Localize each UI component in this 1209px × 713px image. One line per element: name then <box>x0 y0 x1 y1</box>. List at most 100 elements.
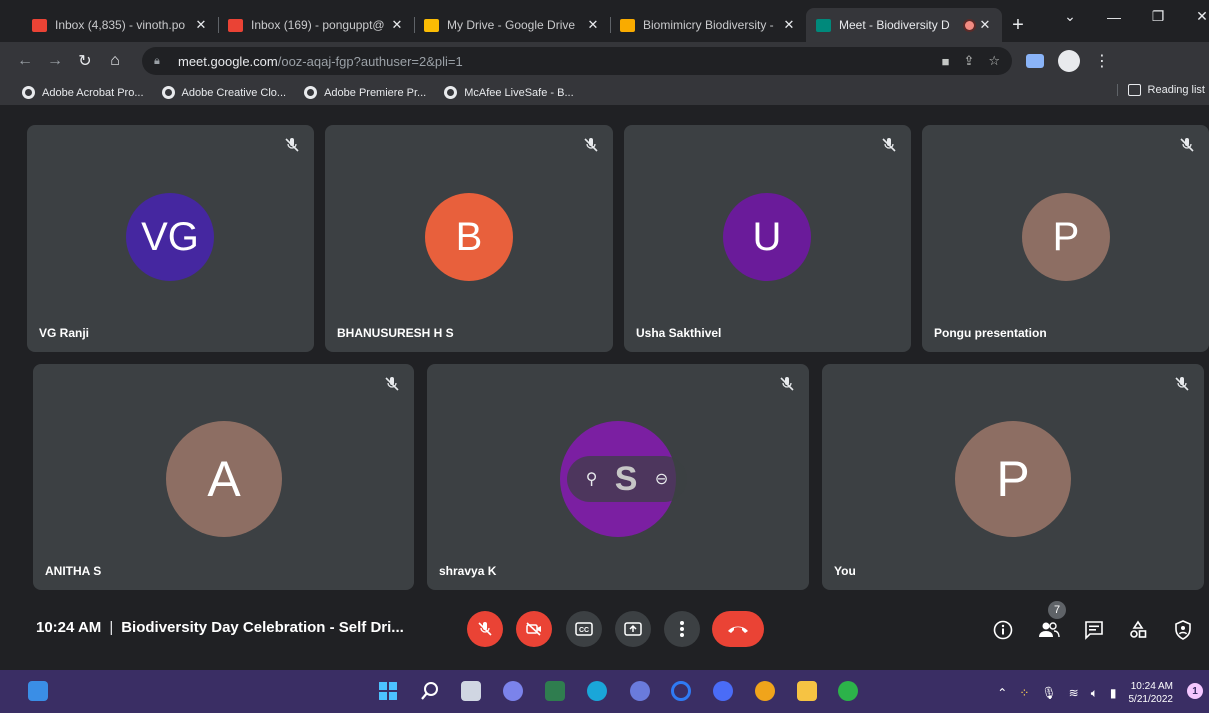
forward-icon[interactable]: → <box>40 52 70 70</box>
browser-tab[interactable]: My Drive - Google Drive ✕ <box>414 8 610 42</box>
tab-search-icon[interactable]: ⌄ <box>1048 8 1092 25</box>
back-icon[interactable]: ← <box>10 52 40 70</box>
cortana-icon[interactable] <box>671 681 691 701</box>
people-button[interactable] <box>1036 617 1062 643</box>
chrome-icon[interactable] <box>755 681 775 701</box>
avatar: U <box>723 193 811 281</box>
bookmark-label: McAfee LiveSafe - B... <box>464 86 574 99</box>
task-view-icon[interactable] <box>461 681 481 701</box>
extension-icon[interactable] <box>1026 54 1044 68</box>
edge-icon[interactable] <box>587 681 607 701</box>
file-explorer-icon[interactable] <box>797 681 817 701</box>
close-window-icon[interactable]: ✕ <box>1180 8 1209 25</box>
browser-tab[interactable]: Inbox (4,835) - vinoth.po ✕ <box>22 8 218 42</box>
tile-hover-actions: ⚲ S ⊖ <box>567 456 687 502</box>
participant-tile-self[interactable]: P You <box>822 364 1204 590</box>
app-icon[interactable] <box>630 681 650 701</box>
chevron-up-icon[interactable]: ⌃ <box>997 686 1007 700</box>
avatar: P <box>955 421 1071 537</box>
browser-tab[interactable]: Biomimicry Biodiversity - ✕ <box>610 8 806 42</box>
meet-icon <box>816 18 831 32</box>
minimize-icon[interactable]: — <box>1092 9 1136 25</box>
svg-text:CC: CC <box>579 627 589 634</box>
bookmark[interactable]: Adobe Acrobat Pro... <box>22 86 144 99</box>
tab-title: Biomimicry Biodiversity - <box>643 18 774 32</box>
close-tab-icon[interactable]: ✕ <box>194 17 208 33</box>
notification-badge[interactable]: 1 <box>1187 683 1203 699</box>
leave-call-button[interactable] <box>712 611 764 647</box>
url-path: /ooz-aqaj-fgp?authuser=2&pli=1 <box>277 53 463 69</box>
start-windows-icon[interactable] <box>378 681 398 701</box>
camera-icon[interactable]: ■ <box>942 54 950 69</box>
chat-button[interactable] <box>1081 617 1107 643</box>
participant-tile[interactable]: B BHANUSURESH H S <box>325 125 613 352</box>
tab-title: My Drive - Google Drive <box>447 18 576 32</box>
profile-avatar[interactable] <box>1058 50 1080 72</box>
microphone-icon[interactable]: 🎙︎ <box>1041 686 1056 700</box>
participant-tile-hovered[interactable]: ⚲ S ⊖ shravya K <box>427 364 809 590</box>
mic-off-icon <box>285 138 299 152</box>
address-bar: ← → ↻ ⌂ 🔒︎ meet.google.com /ooz-aqaj-fgp… <box>0 42 1209 80</box>
mic-off-icon <box>882 138 896 152</box>
restore-icon[interactable]: ❐ <box>1136 8 1180 25</box>
meeting-details-button[interactable] <box>990 617 1016 643</box>
close-tab-icon[interactable]: ✕ <box>782 17 796 33</box>
participant-tile[interactable]: VG VG Ranji <box>27 125 314 352</box>
widgets-icon[interactable] <box>28 681 48 701</box>
avatar: VG <box>126 193 214 281</box>
meeting-title: Biodiversity Day Celebration - Self Dri.… <box>121 619 404 636</box>
bookmark[interactable]: Adobe Premiere Pr... <box>304 86 426 99</box>
browser-tab-active[interactable]: Meet - Biodiversity D ✕ <box>806 8 1002 42</box>
recording-indicator-icon <box>965 20 974 30</box>
avatar-initials: B <box>455 214 483 259</box>
volume-icon[interactable]: 🔈︎ <box>1091 686 1098 701</box>
close-tab-icon[interactable]: ✕ <box>390 17 404 33</box>
bookmark-label: Adobe Premiere Pr... <box>324 86 427 99</box>
bookmark[interactable]: McAfee LiveSafe - B... <box>444 86 574 99</box>
app-tray-icon[interactable]: ⁘ <box>1019 686 1029 700</box>
host-controls-button[interactable] <box>1170 617 1196 643</box>
close-tab-icon[interactable]: ✕ <box>586 17 600 33</box>
avatar-initials: P <box>996 451 1030 507</box>
participant-tile[interactable]: A ANITHA S <box>33 364 414 590</box>
shield-icon <box>1175 620 1191 640</box>
browser-menu-icon[interactable]: ⋮ <box>1094 51 1110 71</box>
more-options-button[interactable] <box>664 611 700 647</box>
search-icon[interactable] <box>420 681 440 701</box>
pin-icon[interactable]: ⚲ <box>586 469 598 489</box>
present-button[interactable] <box>615 611 651 647</box>
new-tab-button[interactable]: + <box>1002 8 1034 42</box>
reading-list-button[interactable]: Reading list <box>1116 84 1205 96</box>
tab-title: Inbox (4,835) - vinoth.po <box>55 18 186 32</box>
clock-time: 10:24 AM <box>1130 681 1173 692</box>
participant-name: shravya K <box>439 564 497 578</box>
app-icon[interactable] <box>713 681 733 701</box>
store-icon[interactable] <box>545 681 565 701</box>
bookmark[interactable]: Adobe Creative Clo... <box>161 86 286 99</box>
mic-toggle-button[interactable] <box>467 611 503 647</box>
browser-tab[interactable]: Inbox (169) - ponguppt@ ✕ <box>218 8 414 42</box>
wifi-icon[interactable]: ≋ <box>1069 686 1079 700</box>
captions-button[interactable]: CC <box>566 611 602 647</box>
bookmark-star-icon[interactable]: ☆ <box>988 53 1000 69</box>
meeting-time: 10:24 AM <box>36 619 102 636</box>
bookmarks-bar: Adobe Acrobat Pro... Adobe Creative Clo.… <box>0 80 1209 106</box>
url-field[interactable]: 🔒︎ meet.google.com /ooz-aqaj-fgp?authuse… <box>142 47 1012 75</box>
participant-tile[interactable]: P Pongu presentation <box>922 125 1209 352</box>
reload-icon[interactable]: ↻ <box>70 51 100 71</box>
camera-toggle-button[interactable] <box>516 611 552 647</box>
activities-button[interactable] <box>1125 617 1151 643</box>
home-icon[interactable]: ⌂ <box>100 52 130 70</box>
participant-tile[interactable]: U Usha Sakthivel <box>624 125 911 352</box>
present-screen-icon <box>624 622 642 636</box>
mic-off-icon <box>1180 138 1194 152</box>
battery-icon[interactable]: ▮ <box>1110 686 1117 700</box>
remove-icon[interactable]: ⊖ <box>655 469 668 489</box>
mic-off-icon <box>385 377 399 391</box>
url-host: meet.google.com <box>178 53 278 69</box>
edge-dev-icon[interactable] <box>838 681 858 701</box>
share-icon[interactable]: ⇪ <box>963 53 974 69</box>
system-clock[interactable]: 10:24 AM 5/21/2022 <box>1129 680 1174 706</box>
close-tab-icon[interactable]: ✕ <box>978 17 992 33</box>
teams-chat-icon[interactable] <box>503 681 523 701</box>
